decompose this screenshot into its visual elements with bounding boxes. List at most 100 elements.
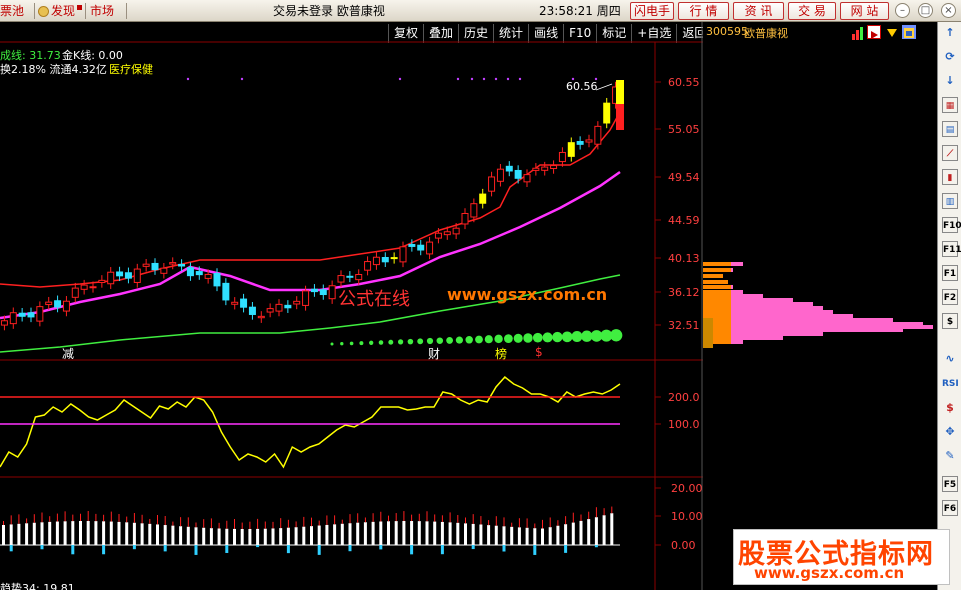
minimize-icon[interactable]: – [895, 3, 910, 18]
macd-bar [363, 522, 367, 545]
macd-negative-bar [564, 545, 568, 553]
candle-body [257, 315, 265, 319]
dollar-circle-icon[interactable]: $ [942, 313, 958, 329]
lightning-trade-button[interactable]: 闪电手 [630, 2, 674, 20]
f10-icon[interactable]: F10 [942, 217, 961, 233]
rsi-icon[interactable]: RSI [942, 376, 959, 392]
bars-small-icon[interactable] [851, 25, 865, 40]
list-icon[interactable]: ▤ [942, 121, 958, 137]
event-marker-finance[interactable]: 财 [428, 345, 440, 362]
macd-bar [209, 528, 213, 545]
pencil-icon[interactable]: ✎ [942, 448, 958, 464]
play-flag-icon[interactable] [867, 25, 881, 39]
candle-body [18, 312, 26, 317]
candle-body [142, 263, 150, 267]
price-tick-label: 60.55 [668, 76, 700, 89]
macd-bar [109, 521, 113, 545]
candle-body [479, 193, 487, 204]
macd-negative-bar [533, 545, 537, 555]
window-title: 交易未登录 欧普康视 [273, 4, 385, 18]
macd-bar [102, 521, 106, 545]
f6-icon[interactable]: F6 [942, 500, 958, 516]
macd-negative-bar [194, 545, 198, 555]
event-marker-reduce[interactable]: 减 [62, 345, 74, 362]
close-icon[interactable]: × [941, 3, 956, 18]
watermark-url: www.gszx.com.cn [447, 285, 608, 304]
green-dot [581, 330, 593, 342]
chip-bar-inner [703, 280, 728, 284]
triangle-icon[interactable] [885, 25, 899, 39]
macd-bar [48, 521, 52, 545]
candle-body [204, 273, 212, 279]
chip-bar-inner [703, 285, 731, 289]
macd-bar [479, 524, 483, 545]
signal-dot [506, 77, 510, 81]
candle-body [585, 139, 593, 143]
info-line2-a: 换2.18% 流通4.32亿 [0, 63, 107, 76]
bottom-indicator-label: 趋势34: 19.81 [0, 582, 75, 590]
candle-icon[interactable]: ▮ [942, 169, 958, 185]
signal-dot [518, 77, 522, 81]
trade-button[interactable]: 交 易 [788, 2, 836, 20]
dropdown-marker-icon [77, 5, 83, 10]
macd-bar [25, 523, 29, 545]
macd-bar [217, 528, 221, 545]
tab-stock-pool[interactable]: 票池 [0, 2, 24, 20]
website-button[interactable]: 网 站 [840, 2, 889, 20]
candle-body [567, 142, 575, 157]
macd-bar [464, 523, 467, 545]
candle-body [488, 176, 496, 192]
macd-bar [548, 527, 552, 545]
green-dot [330, 342, 334, 346]
osc-line [0, 375, 621, 469]
signal-dot [186, 77, 190, 81]
tab-discover[interactable]: 发现 [38, 2, 83, 20]
candle-body [169, 262, 177, 265]
maximize-icon[interactable]: □ [918, 3, 933, 18]
green-dot [446, 336, 454, 344]
f2-icon[interactable]: F2 [942, 289, 958, 305]
window-icon[interactable] [902, 25, 916, 39]
macd-bar [156, 524, 159, 545]
macd-bar [302, 526, 306, 545]
osc-tick-label: 100.0 [668, 418, 700, 431]
f11-icon[interactable]: F11 [942, 241, 961, 257]
rotate-icon[interactable]: ⟳ [942, 49, 958, 65]
event-marker-rank[interactable]: 榜 [495, 345, 507, 362]
candle-body [222, 282, 230, 301]
candle-body [603, 102, 611, 124]
macd-negative-bar [9, 545, 13, 552]
down-arrow-icon[interactable]: ↓ [942, 73, 958, 89]
macd-bar [571, 522, 575, 545]
dollar-icon[interactable]: $ [942, 400, 958, 416]
f5-icon[interactable]: F5 [942, 476, 958, 492]
green-dot [610, 329, 623, 342]
signal-dot [456, 77, 460, 81]
line-chart-icon[interactable]: ⟋ [942, 145, 958, 161]
candle-body [54, 300, 62, 308]
bars-icon[interactable]: ▥ [942, 193, 958, 209]
news-button[interactable]: 资 讯 [733, 2, 784, 20]
signal-dot [482, 77, 486, 81]
macd-tick-label: 20.00 [671, 482, 703, 495]
candle-body [27, 312, 35, 318]
quotes-button[interactable]: 行 情 [678, 2, 729, 20]
green-dot [417, 338, 424, 345]
tab-market[interactable]: 市场 [90, 2, 114, 20]
wave-icon[interactable]: ∿ [942, 351, 958, 367]
event-marker-dollar[interactable]: $ [535, 345, 543, 359]
macd-bar [202, 527, 206, 545]
macd-tick-label: 10.00 [671, 510, 703, 523]
move-icon[interactable]: ✥ [942, 424, 958, 440]
macd-negative-bar [379, 545, 383, 550]
candle-body [266, 308, 274, 313]
f1-icon[interactable]: F1 [942, 265, 958, 281]
macd-bar [117, 521, 121, 545]
grid-icon[interactable]: ▦ [942, 97, 958, 113]
up-arrow-icon[interactable]: ↑ [942, 25, 958, 41]
macd-bar [294, 527, 298, 545]
candle-body [417, 244, 425, 251]
macd-bar [602, 515, 606, 545]
title-bar: 票池 发现 市场 交易未登录 欧普康视 23:58:21 周四 闪电手 行 情 … [0, 0, 961, 22]
candle-body [45, 301, 53, 306]
